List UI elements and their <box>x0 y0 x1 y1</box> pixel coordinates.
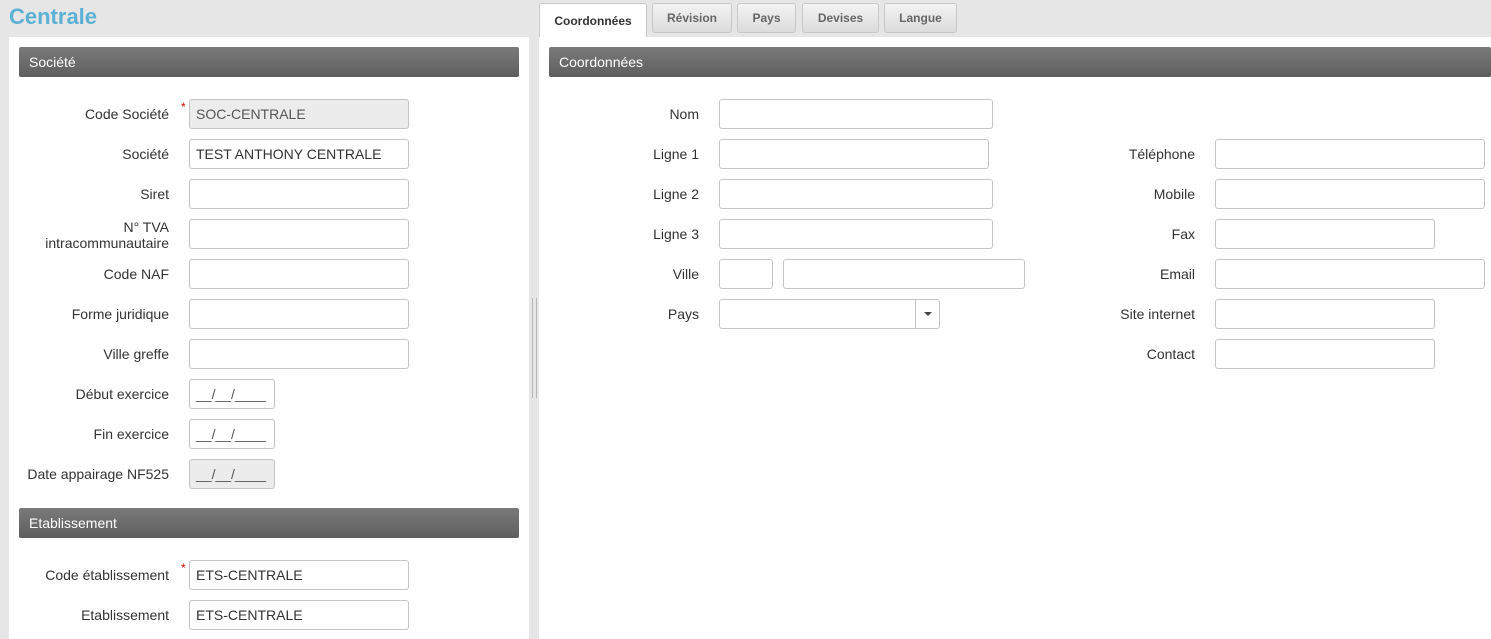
tva-label: N° TVA intracommunautaire <box>9 219 169 251</box>
societe-header: Société <box>19 47 519 77</box>
required-marker: * <box>181 561 186 575</box>
telephone-input[interactable] <box>1215 139 1485 169</box>
fin-exercice-input[interactable]: __/__/____ <box>189 419 275 449</box>
email-input[interactable] <box>1215 259 1485 289</box>
debut-exercice-input[interactable]: __/__/____ <box>189 379 275 409</box>
code-naf-label: Code NAF <box>103 266 169 282</box>
fax-input[interactable] <box>1215 219 1435 249</box>
site-internet-label: Site internet <box>1120 306 1195 322</box>
societe-label: Société <box>122 146 169 162</box>
tab-pays[interactable]: Pays <box>737 3 796 33</box>
fax-label: Fax <box>1171 226 1195 242</box>
required-marker: * <box>181 100 186 114</box>
tva-input[interactable] <box>189 219 409 249</box>
mobile-input[interactable] <box>1215 179 1485 209</box>
debut-exercice-label: Début exercice <box>75 386 169 402</box>
societe-input[interactable]: TEST ANTHONY CENTRALE <box>189 139 409 169</box>
etablissement-header: Etablissement <box>19 508 519 538</box>
tab-devises[interactable]: Devises <box>802 3 879 33</box>
etablissement-label: Etablissement <box>81 607 169 623</box>
app-title: Centrale <box>9 4 98 29</box>
code-societe-label: Code Société <box>84 106 169 122</box>
coordonnees-panel: Coordonnées Nom Ligne 1 Ligne 2 Ligne 3 … <box>539 37 1491 639</box>
code-etablissement-label: Code établissement <box>45 567 169 583</box>
code-naf-input[interactable] <box>189 259 409 289</box>
tab-coordonnees[interactable]: Coordonnées <box>539 3 647 37</box>
fin-exercice-label: Fin exercice <box>93 426 169 442</box>
email-label: Email <box>1159 266 1195 282</box>
site-internet-input[interactable] <box>1215 299 1435 329</box>
ville-greffe-label: Ville greffe <box>103 346 169 362</box>
siret-label: Siret <box>140 186 169 202</box>
nom-label: Nom <box>669 106 699 122</box>
tva-label-line1: N° TVA <box>123 219 169 235</box>
tab-revision[interactable]: Révision <box>652 3 732 33</box>
etablissement-input[interactable]: ETS-CENTRALE <box>189 600 409 630</box>
forme-juridique-input[interactable] <box>189 299 409 329</box>
contact-label: Contact <box>1146 346 1195 362</box>
coordonnees-header: Coordonnées <box>549 47 1491 77</box>
date-appairage-input[interactable]: __/__/____ <box>189 459 275 489</box>
tab-langue[interactable]: Langue <box>884 3 957 33</box>
mobile-label: Mobile <box>1153 186 1195 202</box>
societe-panel: Société Code Société * SOC-CENTRALE Soci… <box>9 37 529 639</box>
date-appairage-label: Date appairage NF525 <box>27 466 169 482</box>
tva-label-line2: intracommunautaire <box>45 235 169 251</box>
ville-greffe-input[interactable] <box>189 339 409 369</box>
nom-input[interactable] <box>719 99 993 129</box>
code-societe-input[interactable]: SOC-CENTRALE <box>189 99 409 129</box>
panel-splitter[interactable] <box>532 298 537 398</box>
code-etablissement-input[interactable]: ETS-CENTRALE <box>189 560 409 590</box>
contact-input[interactable] <box>1215 339 1435 369</box>
siret-input[interactable] <box>189 179 409 209</box>
forme-juridique-label: Forme juridique <box>71 306 169 322</box>
telephone-label: Téléphone <box>1128 146 1195 162</box>
